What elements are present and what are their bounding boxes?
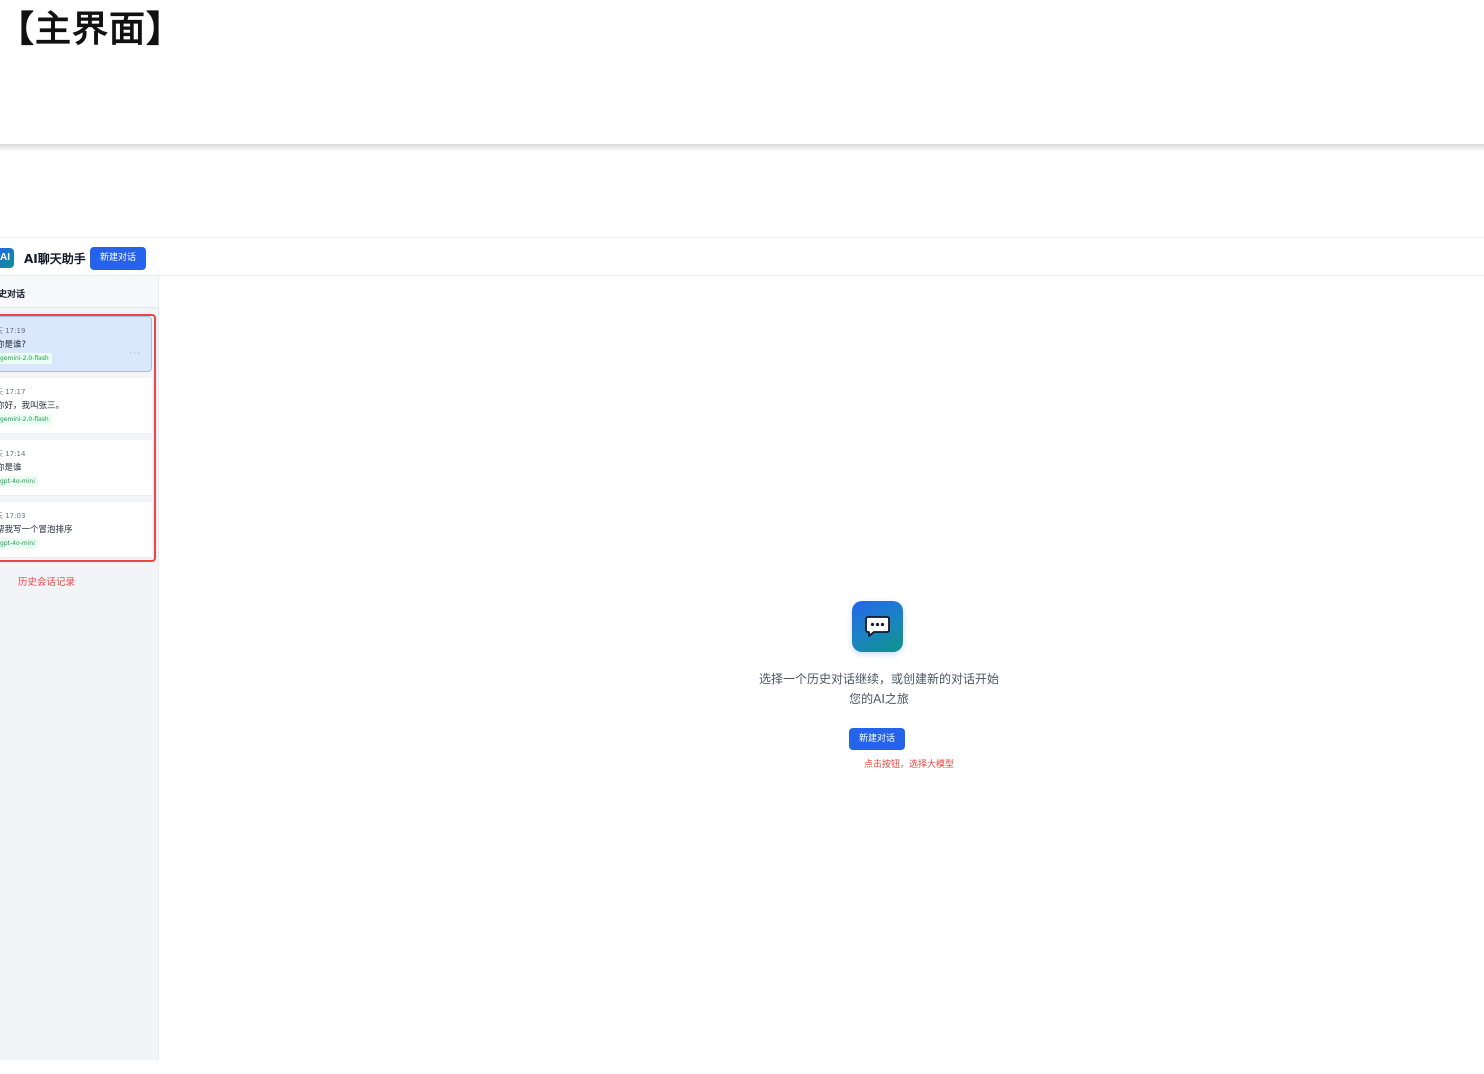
conversation-title: 你好，我叫张三。 xyxy=(0,401,65,411)
conversation-time: 天 17:03 xyxy=(0,512,26,520)
more-options-icon[interactable]: ··· xyxy=(129,349,141,359)
new-chat-button-main[interactable]: 新建对话 xyxy=(849,728,905,750)
conversation-item-1[interactable]: 天 17:19 你是谁? gemini-2.0-flash ··· xyxy=(0,316,152,372)
conversation-time: 天 17:14 xyxy=(0,450,26,458)
conversation-item-3[interactable]: 天 17:14 你是谁 gpt-4o-mini xyxy=(0,440,152,496)
model-tag: gemini-2.0-flash xyxy=(0,414,52,425)
conversation-list: 天 17:19 你是谁? gemini-2.0-flash ··· 天 17:1… xyxy=(0,314,156,562)
new-chat-button-top[interactable]: 新建对话 xyxy=(90,247,146,270)
model-tag: gpt-4o-mini xyxy=(0,538,38,549)
conversation-time: 天 17:19 xyxy=(0,327,26,335)
chat-bubble-icon xyxy=(852,601,903,652)
conversation-item-2[interactable]: 天 17:17 你好，我叫张三。 gemini-2.0-flash xyxy=(0,378,152,434)
model-tag: gemini-2.0-flash xyxy=(0,353,52,364)
welcome-text-line2: 您的AI之旅 xyxy=(849,692,909,706)
history-title: 史对话 xyxy=(0,290,26,300)
conversation-time: 天 17:17 xyxy=(0,388,26,396)
conversation-title: 你是谁 xyxy=(0,463,22,473)
history-annotation: 历史会话记录 xyxy=(18,577,76,588)
page-heading: 【主界面】 xyxy=(0,9,184,50)
conversation-title: 你是谁? xyxy=(0,340,27,350)
app-logo: AI xyxy=(0,248,14,268)
app-topbar: AI AI聊天助手 新建对话 xyxy=(0,237,1484,276)
heading-divider xyxy=(0,144,1484,152)
conversation-item-4[interactable]: 天 17:03 帮我写一个冒泡排序 gpt-4o-mini xyxy=(0,502,152,558)
app-title: AI聊天助手 xyxy=(24,252,86,266)
button-annotation: 点击按钮，选择大模型 xyxy=(864,760,955,770)
app-window: AI AI聊天助手 新建对话 史对话 天 17:19 你是谁? gemini-2… xyxy=(0,237,1484,1060)
sidebar-header: 史对话 xyxy=(0,276,158,308)
model-tag: gpt-4o-mini xyxy=(0,476,38,487)
conversation-title: 帮我写一个冒泡排序 xyxy=(0,525,73,535)
sidebar: 史对话 天 17:19 你是谁? gemini-2.0-flash ··· 天 … xyxy=(0,276,159,1060)
main-panel: 选择一个历史对话继续，或创建新的对话开始 您的AI之旅 新建对话 点击按钮，选择… xyxy=(159,276,1484,1060)
welcome-text-line1: 选择一个历史对话继续，或创建新的对话开始 xyxy=(758,672,999,686)
